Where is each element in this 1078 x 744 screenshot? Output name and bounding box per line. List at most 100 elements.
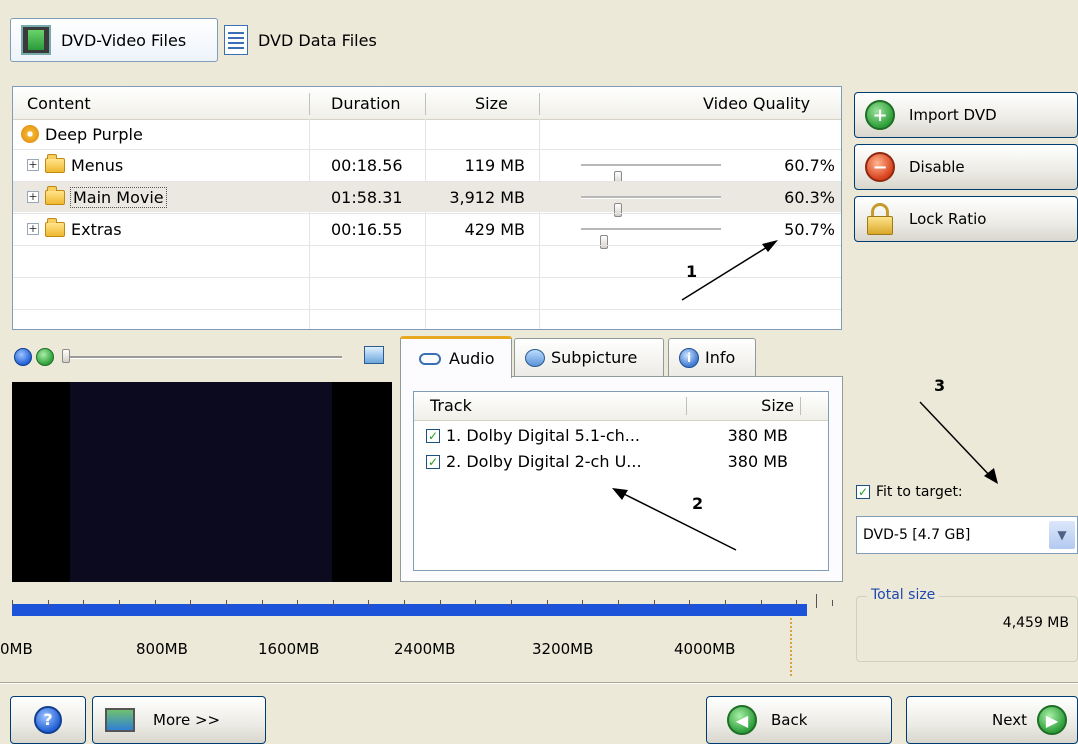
tab-dvd-video-files-label: DVD-Video Files xyxy=(61,30,187,50)
header-content[interactable]: Content xyxy=(27,87,91,119)
scale-tick xyxy=(440,600,441,606)
quality-slider[interactable] xyxy=(581,164,721,185)
import-dvd-label: Import DVD xyxy=(909,106,997,124)
play-icon[interactable] xyxy=(36,348,54,366)
scale-tick xyxy=(725,600,726,606)
arrow-left-icon: ◀ xyxy=(727,705,757,735)
header-size[interactable]: Size xyxy=(475,87,508,119)
list-item[interactable]: ✓ 2. Dolby Digital 2-ch U... xyxy=(426,452,642,471)
tab-dvd-data-files-label: DVD Data Files xyxy=(258,30,377,50)
annotation-arrow-2 xyxy=(612,488,737,551)
fit-to-target-checkbox[interactable]: ✓ xyxy=(856,485,870,499)
scale-tick xyxy=(582,600,583,606)
subpicture-icon xyxy=(525,348,545,367)
row-name: Extras xyxy=(71,219,122,239)
scale-tick xyxy=(511,600,512,606)
annotation-label-3: 3 xyxy=(934,376,946,395)
quality-slider[interactable] xyxy=(581,196,721,217)
row-size: 3,912 MB xyxy=(449,187,525,207)
row-quality: 60.7% xyxy=(784,155,835,175)
scale-tick xyxy=(368,600,369,606)
header-track-size[interactable]: Size xyxy=(761,396,794,415)
scale-tick xyxy=(262,600,263,606)
import-dvd-button[interactable]: + Import DVD xyxy=(854,92,1078,138)
disable-button[interactable]: − Disable xyxy=(854,144,1078,190)
row-name: Menus xyxy=(71,155,124,175)
tab-info[interactable]: i Info xyxy=(668,338,756,376)
expand-icon[interactable]: + xyxy=(27,191,39,203)
track-checkbox[interactable]: ✓ xyxy=(426,428,440,443)
folder-icon xyxy=(45,185,65,205)
tab-dvd-video-files[interactable]: DVD-Video Files xyxy=(10,18,218,62)
row-quality: 60.3% xyxy=(784,187,835,207)
dvd-disc-icon xyxy=(21,125,39,143)
scale-tick xyxy=(190,600,191,606)
header-video-quality[interactable]: Video Quality xyxy=(703,87,810,119)
lock-ratio-label: Lock Ratio xyxy=(909,210,987,228)
annotation-arrow-3 xyxy=(919,401,998,484)
folder-icon xyxy=(45,217,65,237)
row-name: Main Movie xyxy=(70,186,167,208)
track-checkbox[interactable]: ✓ xyxy=(426,454,440,469)
scale-tick xyxy=(333,600,334,606)
help-icon: ? xyxy=(34,706,62,734)
scale-tick xyxy=(155,600,156,606)
seek-slider[interactable] xyxy=(62,349,342,363)
total-size-value: 4,459 MB xyxy=(1002,615,1069,631)
document-icon xyxy=(224,25,248,55)
size-bar-fill xyxy=(12,604,807,616)
table-row[interactable]: + Menus 00:18.56 119 MB 60.7% xyxy=(13,150,841,185)
target-select[interactable]: DVD-5 [4.7 GB] ▼ xyxy=(856,516,1078,554)
table-row[interactable]: + Main Movie 01:58.31 3,912 MB 60.3% xyxy=(13,182,841,217)
annotation-arrow-1 xyxy=(681,240,778,301)
lock-ratio-button[interactable]: Lock Ratio xyxy=(854,196,1078,242)
target-select-value: DVD-5 [4.7 GB] xyxy=(863,527,971,543)
tab-subpicture-label: Subpicture xyxy=(551,348,638,367)
header-duration[interactable]: Duration xyxy=(331,87,401,119)
root-title: Deep Purple xyxy=(45,124,143,144)
help-button[interactable]: ? xyxy=(10,696,86,744)
tab-audio-label: Audio xyxy=(449,349,495,368)
chevron-down-icon[interactable]: ▼ xyxy=(1049,521,1075,549)
table-row-root[interactable]: Deep Purple xyxy=(13,119,841,149)
scale-tick xyxy=(689,600,690,606)
row-duration: 01:58.31 xyxy=(331,187,403,207)
more-button-label: More >> xyxy=(153,711,221,729)
row-quality: 50.7% xyxy=(784,219,835,239)
row-duration: 00:18.56 xyxy=(331,155,403,175)
stop-icon[interactable] xyxy=(14,348,32,366)
lock-icon xyxy=(867,203,893,235)
scale-tick xyxy=(404,600,405,606)
target-limit-marker xyxy=(790,618,793,676)
scale-tick xyxy=(297,600,298,606)
tab-audio[interactable]: Audio xyxy=(400,336,512,378)
track-name: 1. Dolby Digital 5.1-ch... xyxy=(446,426,641,445)
audio-icon xyxy=(419,352,441,365)
scale-label: 3200MB xyxy=(532,640,594,658)
track-name: 2. Dolby Digital 2-ch U... xyxy=(446,452,642,471)
scale-tick xyxy=(654,600,655,606)
track-size: 380 MB xyxy=(727,452,788,471)
folder-icon xyxy=(45,153,65,173)
tab-dvd-data-files[interactable]: DVD Data Files xyxy=(224,18,424,62)
disable-label: Disable xyxy=(909,158,965,176)
fit-to-target-checkbox-row[interactable]: ✓ Fit to target: xyxy=(856,484,963,500)
back-button[interactable]: ◀ Back xyxy=(706,696,892,744)
quality-slider-thumb[interactable] xyxy=(600,235,608,249)
snapshot-icon[interactable] xyxy=(364,346,384,364)
header-track[interactable]: Track xyxy=(430,396,472,415)
scale-tick xyxy=(832,600,833,606)
expand-icon[interactable]: + xyxy=(27,223,39,235)
scale-tick xyxy=(119,600,120,606)
tab-subpicture[interactable]: Subpicture xyxy=(514,338,664,376)
seek-slider-thumb[interactable] xyxy=(62,349,70,363)
scale-label: 2400MB xyxy=(394,640,456,658)
more-button[interactable]: More >> xyxy=(92,696,266,744)
tab-info-label: Info xyxy=(705,348,736,367)
video-preview xyxy=(12,382,392,582)
next-button[interactable]: Next ▶ xyxy=(906,696,1078,744)
list-item[interactable]: ✓ 1. Dolby Digital 5.1-ch... xyxy=(426,426,640,445)
next-button-label: Next xyxy=(992,711,1027,729)
info-icon: i xyxy=(679,347,699,368)
expand-icon[interactable]: + xyxy=(27,159,39,171)
